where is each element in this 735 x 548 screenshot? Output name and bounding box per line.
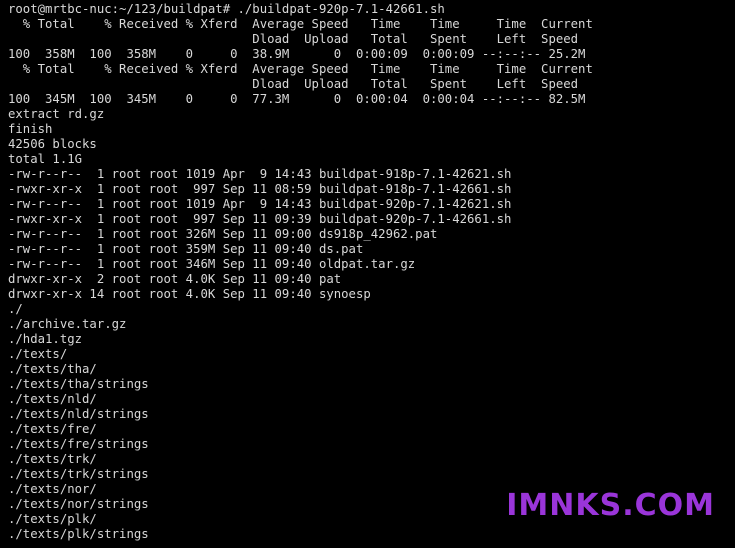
terminal-line: total 1.1G (8, 152, 83, 166)
terminal-line: ./texts/tha/strings (8, 377, 149, 391)
terminal-line: ./texts/fre/strings (8, 437, 149, 451)
terminal-line: -rw-r--r-- 1 root root 1019 Apr 9 14:43 … (8, 197, 512, 211)
terminal-line: 42506 blocks (8, 137, 97, 151)
terminal-line: ./texts/nld/strings (8, 407, 149, 421)
terminal-line: -rwxr-xr-x 1 root root 997 Sep 11 08:59 … (8, 182, 512, 196)
terminal-line: -rw-r--r-- 1 root root 1019 Apr 9 14:43 … (8, 167, 512, 181)
terminal-line: % Total % Received % Xferd Average Speed… (8, 17, 593, 31)
terminal-line: ./texts/plk/ (8, 512, 97, 526)
terminal-line: extract rd.gz (8, 107, 105, 121)
terminal-line: -rw-r--r-- 1 root root 326M Sep 11 09:00… (8, 227, 438, 241)
terminal-line: ./texts/ (8, 347, 68, 361)
terminal-line: -rw-r--r-- 1 root root 359M Sep 11 09:40… (8, 242, 364, 256)
watermark-logo: IMNKS.COM (506, 488, 715, 523)
terminal-line: ./texts/fre/ (8, 422, 97, 436)
terminal-line: ./archive.tar.gz (8, 317, 127, 331)
terminal-output: root@mrtbc-nuc:~/123/buildpat# ./buildpa… (8, 2, 593, 542)
terminal-line: ./texts/nor/ (8, 482, 97, 496)
terminal-line: ./texts/nor/strings (8, 497, 149, 511)
terminal-line: ./texts/tha/ (8, 362, 97, 376)
terminal-line: ./hda1.tgz (8, 332, 83, 346)
terminal-line: Dload Upload Total Spent Left Speed (8, 77, 579, 91)
terminal-line: ./texts/plk/strings (8, 527, 149, 541)
terminal-line: ./ (8, 302, 23, 316)
terminal-line: Dload Upload Total Spent Left Speed (8, 32, 579, 46)
terminal-line: ./texts/nld/ (8, 392, 97, 406)
terminal-window[interactable]: root@mrtbc-nuc:~/123/buildpat# ./buildpa… (0, 0, 735, 548)
terminal-line: 100 358M 100 358M 0 0 38.9M 0 0:00:09 0:… (8, 47, 586, 61)
terminal-line: -rwxr-xr-x 1 root root 997 Sep 11 09:39 … (8, 212, 512, 226)
terminal-line: -rw-r--r-- 1 root root 346M Sep 11 09:40… (8, 257, 416, 271)
terminal-prompt-line: root@mrtbc-nuc:~/123/buildpat# ./buildpa… (8, 2, 445, 16)
terminal-line: drwxr-xr-x 2 root root 4.0K Sep 11 09:40… (8, 272, 342, 286)
terminal-line: 100 345M 100 345M 0 0 77.3M 0 0:00:04 0:… (8, 92, 586, 106)
terminal-line: finish (8, 122, 53, 136)
terminal-line: % Total % Received % Xferd Average Speed… (8, 62, 593, 76)
terminal-line: ./texts/trk/strings (8, 467, 149, 481)
terminal-line: ./texts/trk/ (8, 452, 97, 466)
terminal-line: drwxr-xr-x 14 root root 4.0K Sep 11 09:4… (8, 287, 371, 301)
